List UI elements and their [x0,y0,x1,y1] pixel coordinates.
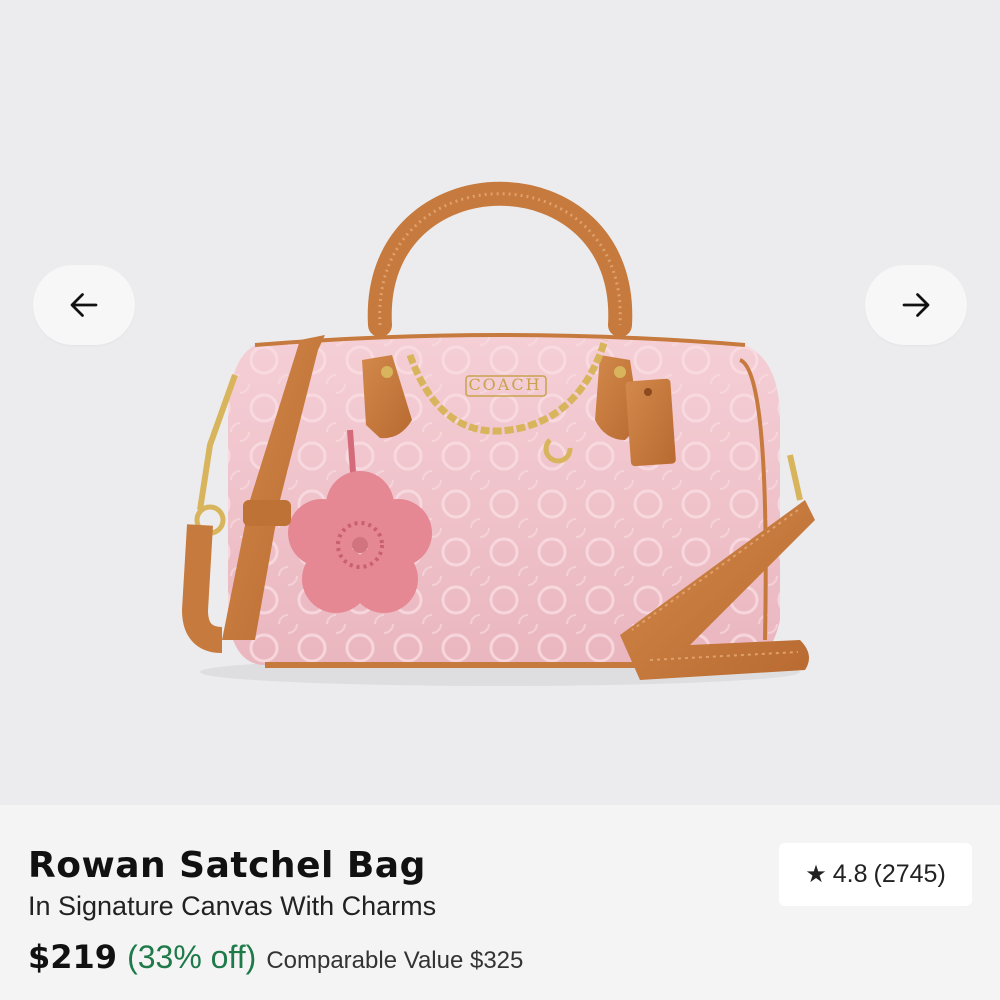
svg-text:COACH: COACH [468,375,541,394]
product-image: COACH [181,181,815,686]
previous-image-button[interactable] [33,265,135,345]
product-subtitle: In Signature Canvas With Charms [28,891,437,921]
arrow-right-icon [902,293,930,317]
sale-price: $219 [28,938,118,976]
discount-percentage: (33% off) [127,939,257,975]
product-image-gallery: COACH [0,0,1000,805]
review-count: (2745) [873,860,946,888]
comparable-value: Comparable Value $325 [266,947,524,974]
product-info: Rowan Satchel Bag In Signature Canvas Wi… [0,805,1000,1000]
product-title: Rowan Satchel Bag [28,845,426,886]
next-image-button[interactable] [865,265,967,345]
rating-value: 4.8 [832,860,868,888]
price-row: $219 (33% off) Comparable Value $325 [28,938,523,976]
arrow-left-icon [70,293,98,317]
star-icon: ★ [805,861,827,888]
rating-badge[interactable]: ★ 4.8 (2745) [779,843,972,906]
